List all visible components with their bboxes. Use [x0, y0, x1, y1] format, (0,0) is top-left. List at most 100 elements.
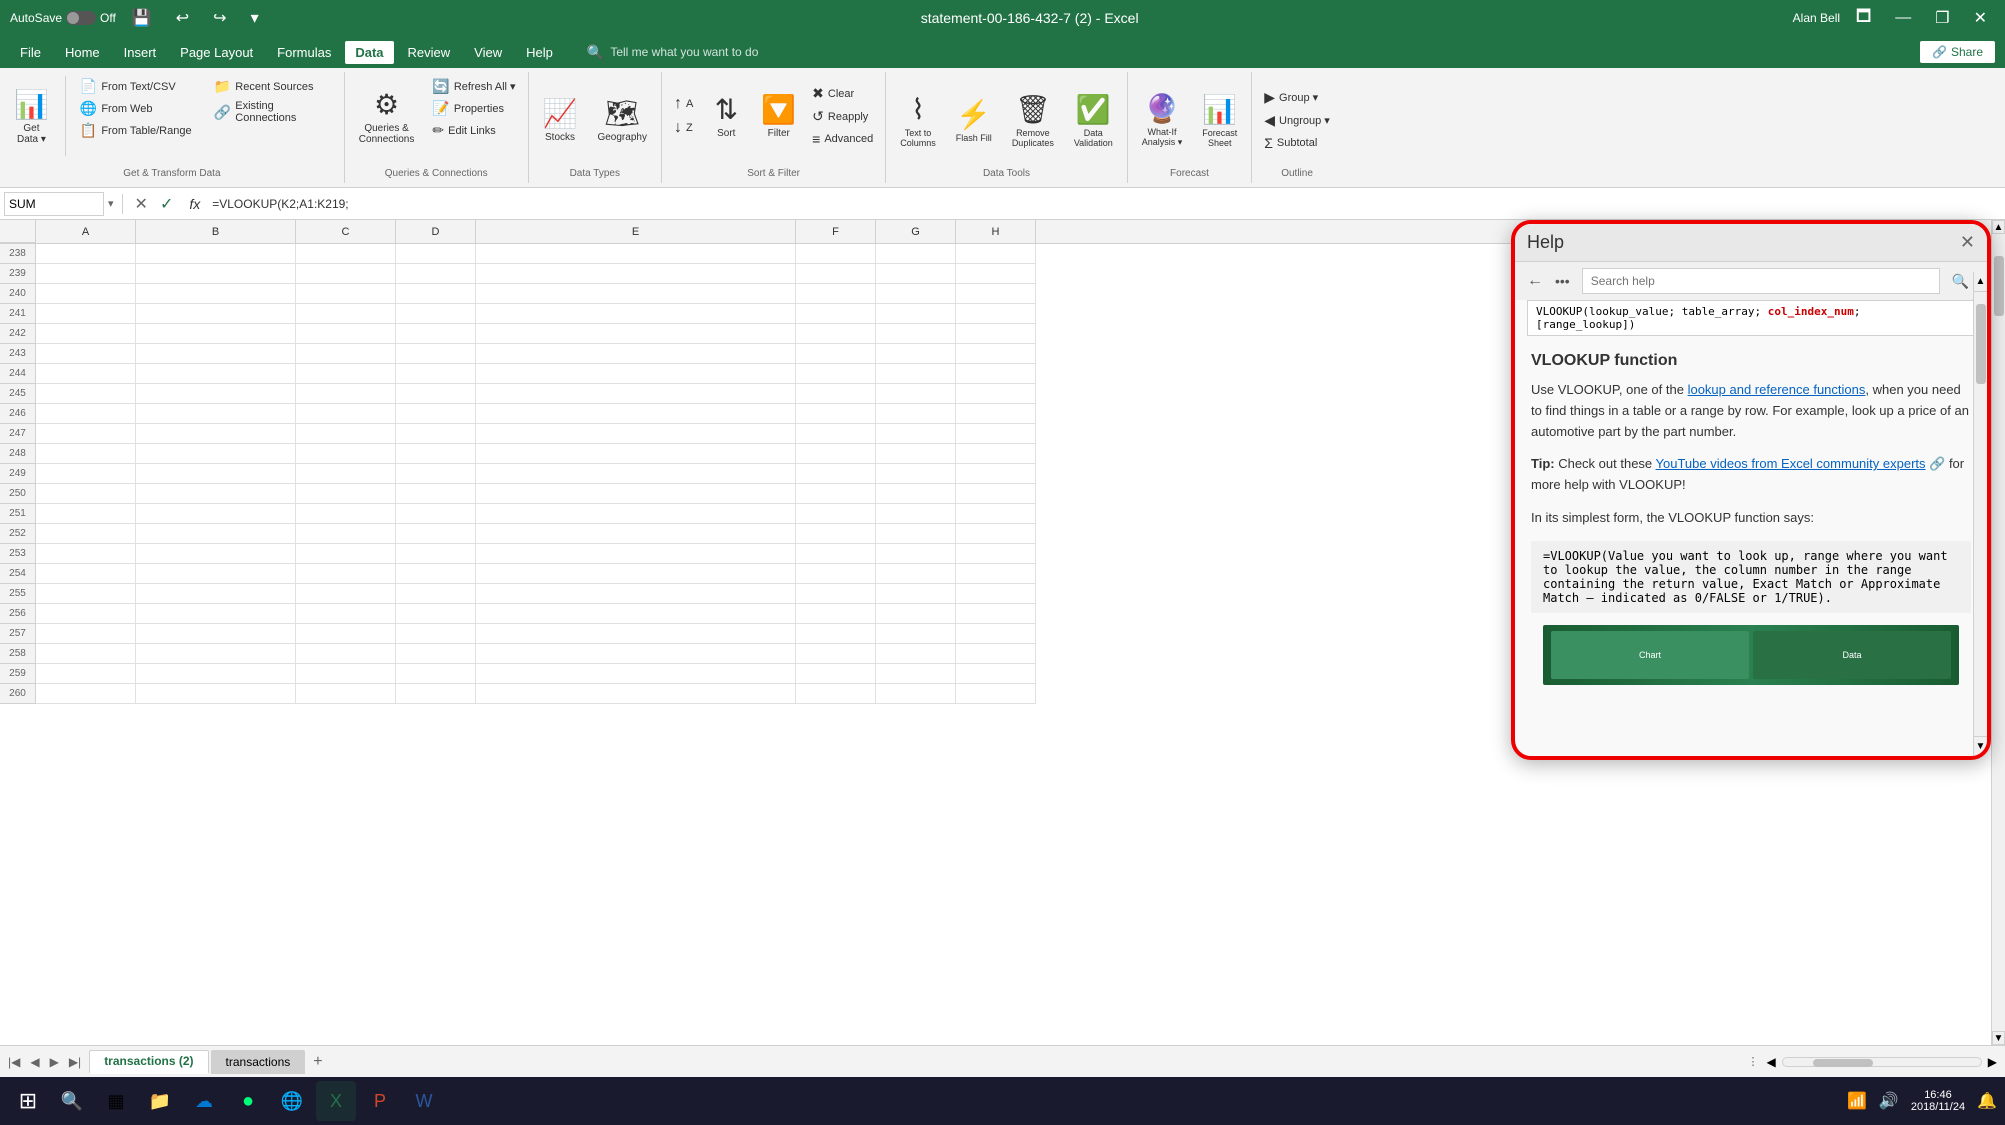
notification-icon[interactable]: 🔔	[1977, 1091, 1997, 1111]
cell-D249[interactable]	[396, 464, 476, 484]
cell-E260[interactable]	[476, 684, 796, 704]
sheet-nav-next[interactable]: ▶	[46, 1053, 63, 1071]
row-number-240[interactable]: 240	[0, 284, 36, 304]
cell-A244[interactable]	[36, 364, 136, 384]
start-button[interactable]: ⊞	[8, 1081, 48, 1121]
cell-F249[interactable]	[796, 464, 876, 484]
cell-B252[interactable]	[136, 524, 296, 544]
row-number-252[interactable]: 252	[0, 524, 36, 544]
cell-C247[interactable]	[296, 424, 396, 444]
menu-help[interactable]: Help	[516, 41, 563, 64]
cell-F258[interactable]	[796, 644, 876, 664]
cell-A246[interactable]	[36, 404, 136, 424]
cell-F259[interactable]	[796, 664, 876, 684]
vertical-scrollbar[interactable]: ▲ ▼	[1991, 220, 2005, 1045]
cell-H252[interactable]	[956, 524, 1036, 544]
cell-F253[interactable]	[796, 544, 876, 564]
sheet-tab-transactions[interactable]: transactions	[211, 1050, 306, 1074]
task-view-button[interactable]: ▦	[96, 1081, 136, 1121]
cell-C244[interactable]	[296, 364, 396, 384]
cell-D258[interactable]	[396, 644, 476, 664]
cell-A252[interactable]	[36, 524, 136, 544]
cell-B247[interactable]	[136, 424, 296, 444]
row-number-246[interactable]: 246	[0, 404, 36, 424]
cell-E246[interactable]	[476, 404, 796, 424]
col-header-e[interactable]: E	[476, 220, 796, 243]
accept-button[interactable]: ✓	[156, 194, 177, 214]
sheet-nav-prev[interactable]: ◀	[26, 1053, 43, 1071]
cell-G260[interactable]	[876, 684, 956, 704]
subtotal-button[interactable]: ΣSubtotal	[1258, 133, 1336, 153]
network-icon[interactable]: 📶	[1847, 1091, 1867, 1111]
col-header-b[interactable]: B	[136, 220, 296, 243]
cell-E251[interactable]	[476, 504, 796, 524]
cell-D245[interactable]	[396, 384, 476, 404]
cell-G239[interactable]	[876, 264, 956, 284]
cell-B254[interactable]	[136, 564, 296, 584]
cell-A245[interactable]	[36, 384, 136, 404]
cell-F260[interactable]	[796, 684, 876, 704]
sort-button[interactable]: ⇅ Sort	[701, 76, 751, 156]
cell-G247[interactable]	[876, 424, 956, 444]
cell-B239[interactable]	[136, 264, 296, 284]
cell-B240[interactable]	[136, 284, 296, 304]
restore-button[interactable]: ❐	[1927, 6, 1957, 30]
menu-data[interactable]: Data	[345, 41, 393, 64]
cell-G253[interactable]	[876, 544, 956, 564]
row-number-250[interactable]: 250	[0, 484, 36, 504]
row-number-238[interactable]: 238	[0, 244, 36, 264]
cell-G241[interactable]	[876, 304, 956, 324]
cell-E256[interactable]	[476, 604, 796, 624]
help-scroll-down[interactable]: ▼	[1974, 736, 1987, 756]
scroll-down-arrow[interactable]: ▼	[1992, 1031, 2005, 1045]
save-button[interactable]: 💾	[124, 6, 160, 30]
sheet-tab-transactions-2[interactable]: transactions (2)	[89, 1050, 208, 1074]
cell-H244[interactable]	[956, 364, 1036, 384]
col-header-h[interactable]: H	[956, 220, 1036, 243]
cell-A248[interactable]	[36, 444, 136, 464]
forecast-sheet-button[interactable]: 📊 Forecast Sheet	[1194, 80, 1245, 160]
cell-D260[interactable]	[396, 684, 476, 704]
file-explorer-button[interactable]: 📁	[140, 1081, 180, 1121]
horizontal-scroll-track[interactable]	[1782, 1057, 1982, 1067]
cell-A250[interactable]	[36, 484, 136, 504]
cell-C259[interactable]	[296, 664, 396, 684]
cell-F244[interactable]	[796, 364, 876, 384]
cell-B248[interactable]	[136, 444, 296, 464]
corner-cell[interactable]	[0, 220, 36, 243]
cell-E247[interactable]	[476, 424, 796, 444]
cell-H258[interactable]	[956, 644, 1036, 664]
cell-E258[interactable]	[476, 644, 796, 664]
row-number-241[interactable]: 241	[0, 304, 36, 324]
cell-F243[interactable]	[796, 344, 876, 364]
scroll-up-arrow[interactable]: ▲	[1992, 220, 2005, 234]
flash-fill-button[interactable]: ⚡ Flash Fill	[948, 80, 1000, 160]
cell-B238[interactable]	[136, 244, 296, 264]
cell-H256[interactable]	[956, 604, 1036, 624]
cell-D244[interactable]	[396, 364, 476, 384]
cell-G245[interactable]	[876, 384, 956, 404]
from-text-csv-button[interactable]: 📄From Text/CSV	[74, 76, 204, 97]
tip-link[interactable]: YouTube videos from Excel community expe…	[1656, 456, 1926, 471]
cell-F254[interactable]	[796, 564, 876, 584]
cell-A240[interactable]	[36, 284, 136, 304]
cell-A243[interactable]	[36, 344, 136, 364]
cell-H259[interactable]	[956, 664, 1036, 684]
cell-A254[interactable]	[36, 564, 136, 584]
advanced-button[interactable]: ≡Advanced	[806, 129, 879, 149]
cell-G244[interactable]	[876, 364, 956, 384]
col-header-c[interactable]: C	[296, 220, 396, 243]
cell-A253[interactable]	[36, 544, 136, 564]
data-validation-button[interactable]: ✅ Data Validation	[1066, 80, 1121, 160]
ungroup-button[interactable]: ◀Ungroup ▾	[1258, 110, 1336, 131]
cell-F250[interactable]	[796, 484, 876, 504]
cell-B246[interactable]	[136, 404, 296, 424]
properties-button[interactable]: 📝Properties	[426, 98, 521, 119]
cell-H245[interactable]	[956, 384, 1036, 404]
cell-G251[interactable]	[876, 504, 956, 524]
cell-C249[interactable]	[296, 464, 396, 484]
cell-F247[interactable]	[796, 424, 876, 444]
menu-view[interactable]: View	[464, 41, 512, 64]
cell-F248[interactable]	[796, 444, 876, 464]
name-box[interactable]	[4, 192, 104, 216]
